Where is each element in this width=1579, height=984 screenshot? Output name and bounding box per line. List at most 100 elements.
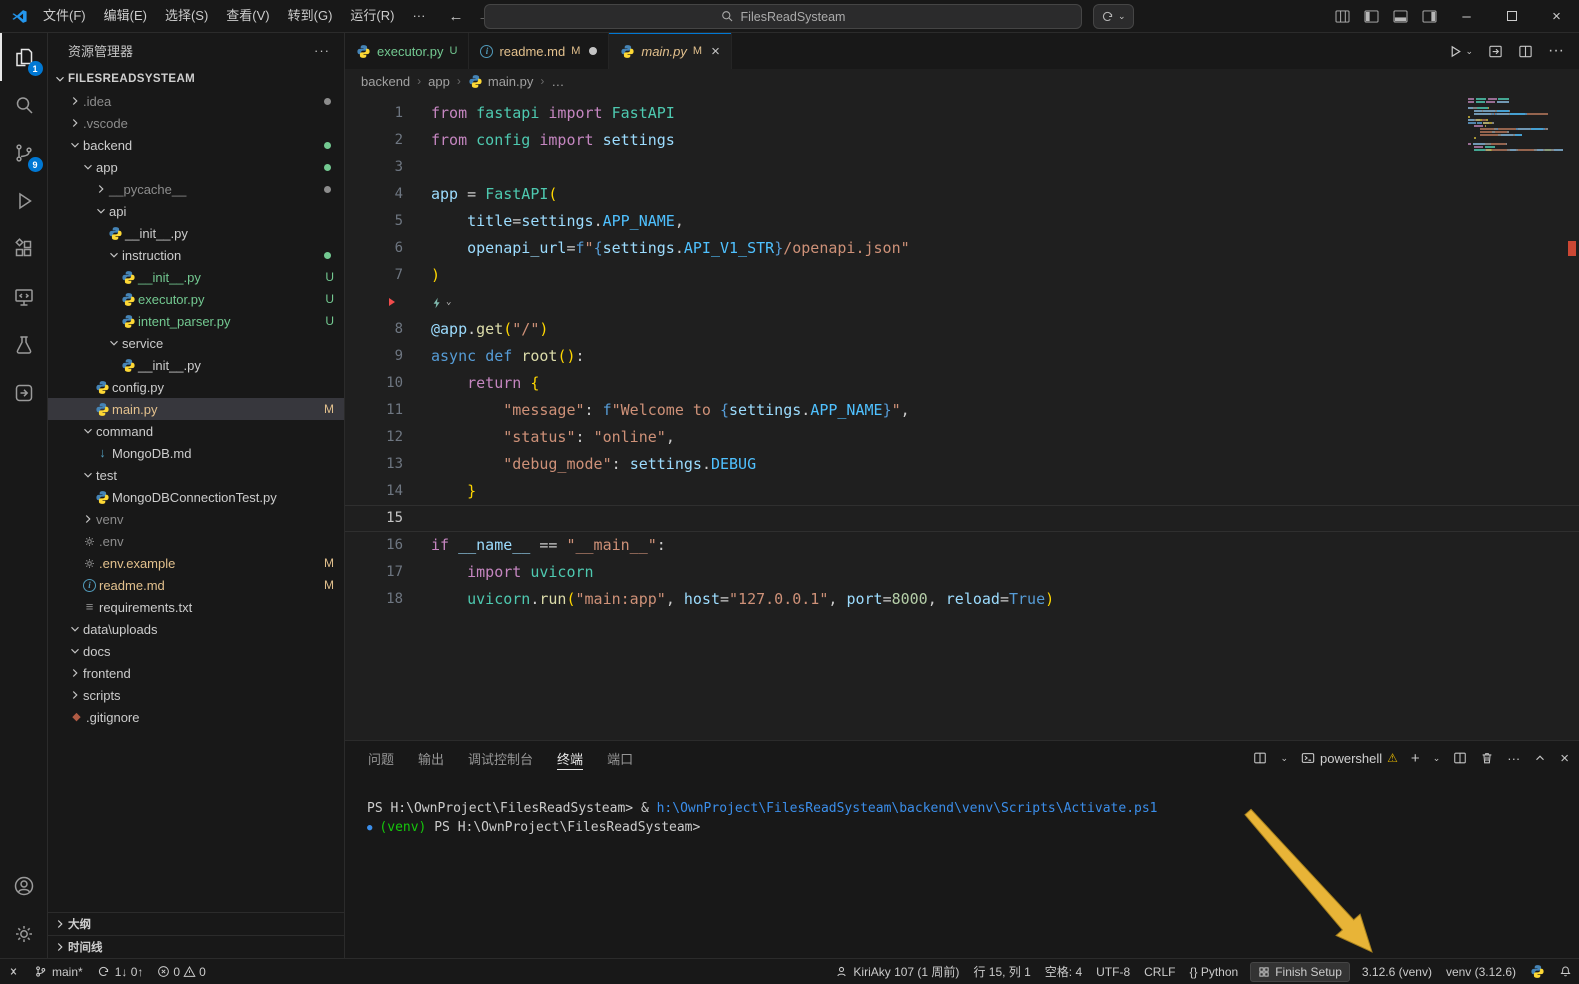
maximize-panel-icon[interactable] [1533, 751, 1547, 765]
minimize-button[interactable]: – [1444, 0, 1489, 32]
status-item-notifications[interactable] [1552, 959, 1579, 984]
editor-tab[interactable]: executor.pyU [345, 33, 469, 69]
command-decoration-dot[interactable]: ● [367, 823, 372, 833]
panel-tab[interactable]: 输出 [418, 741, 444, 775]
customize-layout-icon[interactable] [1328, 0, 1357, 32]
editor-tab[interactable]: ireadme.mdM [469, 33, 609, 69]
close-panel-icon[interactable]: × [1560, 750, 1569, 767]
status-item-language-mode[interactable]: {} Python [1182, 959, 1245, 984]
close-button[interactable]: × [1534, 0, 1579, 32]
code-line[interactable]: 12 "status": "online", [345, 424, 1579, 451]
minimap[interactable] [1468, 98, 1563, 152]
status-item-finish-setup[interactable]: Finish Setup [1250, 962, 1350, 982]
status-item-eol[interactable]: CRLF [1137, 959, 1182, 984]
status-item-encoding[interactable]: UTF-8 [1089, 959, 1137, 984]
panel-tab[interactable]: 终端 [557, 741, 583, 775]
settings-gear-icon[interactable] [0, 910, 48, 958]
tab-close-icon[interactable]: × [711, 44, 720, 59]
tree-item[interactable]: venv [48, 508, 344, 530]
breadcrumb-item[interactable]: … [551, 74, 564, 89]
terminal-shell-item[interactable]: powershell ⚠ [1301, 751, 1398, 766]
status-item-git-branch[interactable]: main* [27, 959, 90, 984]
maximize-button[interactable] [1489, 0, 1534, 32]
tree-item[interactable]: .env.exampleM [48, 552, 344, 574]
tree-item[interactable]: __init__.pyU [48, 266, 344, 288]
extensions-icon[interactable] [0, 225, 48, 273]
route-lens-widget[interactable]: ⌄ [431, 289, 451, 316]
tree-item[interactable]: main.pyM [48, 398, 344, 420]
tree-item[interactable]: api [48, 200, 344, 222]
tree-item[interactable]: ◆.gitignore [48, 706, 344, 728]
code-line[interactable]: 5 title=settings.APP_NAME, [345, 208, 1579, 235]
tree-item[interactable]: ↓MongoDB.md [48, 442, 344, 464]
remote-explorer-icon[interactable] [0, 273, 48, 321]
new-terminal-icon[interactable]: + [1411, 750, 1420, 767]
code-line[interactable]: 3 [345, 154, 1579, 181]
chevron-down-icon[interactable]: ⌄ [1433, 753, 1441, 764]
tree-item[interactable]: __pycache__ [48, 178, 344, 200]
more-actions-icon[interactable]: ··· [1548, 42, 1564, 60]
code-line[interactable]: 15 [345, 505, 1579, 532]
terminal[interactable]: PS H:\OwnProject\FilesReadSysteam> & h:\… [345, 775, 1579, 838]
status-item-git-sync[interactable]: 1↓ 0↑ [90, 959, 151, 984]
tree-item[interactable]: data\uploads [48, 618, 344, 640]
tree-item[interactable]: command [48, 420, 344, 442]
menu-item[interactable]: 文件(F) [34, 0, 95, 32]
code-line[interactable]: 18 uvicorn.run("main:app", host="127.0.0… [345, 586, 1579, 613]
titlebar-run-widget[interactable]: ⌄ [1093, 4, 1134, 29]
toggle-secondary-sidebar-icon[interactable] [1415, 0, 1444, 32]
tree-item[interactable]: MongoDBConnectionTest.py [48, 486, 344, 508]
overview-ruler[interactable] [1565, 93, 1579, 740]
code-line[interactable]: 2from config import settings [345, 127, 1579, 154]
sidebar-section-时间线[interactable]: 时间线 [48, 935, 344, 958]
sidebar-section-大纲[interactable]: 大纲 [48, 912, 344, 935]
menu-item[interactable]: 编辑(E) [95, 0, 156, 32]
tree-item[interactable]: __init__.py [48, 354, 344, 376]
trash-icon[interactable] [1480, 751, 1494, 765]
code-line[interactable]: 7) [345, 262, 1579, 289]
code-line[interactable]: 14 } [345, 478, 1579, 505]
chevron-down-icon[interactable]: ⌄ [1280, 753, 1288, 764]
run-python-file-button[interactable]: ⌄ [1448, 44, 1473, 59]
explorer-icon[interactable]: 1 [0, 33, 48, 81]
back-button[interactable]: ← [448, 8, 463, 25]
menu-item[interactable]: 查看(V) [217, 0, 278, 32]
breadcrumb-item[interactable]: app [428, 74, 450, 89]
code-line[interactable]: 8@app.get("/") [345, 316, 1579, 343]
source-control-icon[interactable]: 9 [0, 129, 48, 177]
code-line[interactable]: 16if __name__ == "__main__": [345, 532, 1579, 559]
code-line[interactable]: 17 import uvicorn [345, 559, 1579, 586]
tree-item[interactable]: instruction [48, 244, 344, 266]
tree-item[interactable]: .env [48, 530, 344, 552]
panel-tab[interactable]: 调试控制台 [468, 741, 533, 775]
breadcrumb-item[interactable]: backend [361, 74, 410, 89]
tree-item[interactable]: app [48, 156, 344, 178]
status-item-python-env[interactable]: venv (3.12.6) [1439, 959, 1523, 984]
status-item-indentation[interactable]: 空格: 4 [1038, 959, 1089, 984]
status-item-remote-indicator[interactable] [0, 959, 27, 984]
panel-tab[interactable]: 问题 [368, 741, 394, 775]
status-item-problems[interactable]: 00 [150, 959, 212, 984]
tree-item[interactable]: scripts [48, 684, 344, 706]
code-line[interactable]: 11 "message": f"Welcome to {settings.APP… [345, 397, 1579, 424]
status-item-cursor-position[interactable]: 行 15, 列 1 [966, 959, 1037, 984]
toggle-panel-icon[interactable] [1386, 0, 1415, 32]
tree-item[interactable]: service [48, 332, 344, 354]
run-debug-icon[interactable] [0, 177, 48, 225]
tree-root-row[interactable]: FILESREADSYSTEAM [48, 68, 344, 90]
code-line[interactable]: 9async def root(): [345, 343, 1579, 370]
split-editor-icon[interactable] [1518, 44, 1533, 59]
tree-item[interactable]: .idea [48, 90, 344, 112]
status-item-python-logo[interactable] [1523, 959, 1552, 984]
panel-tab[interactable]: 端口 [607, 741, 633, 775]
editor-tab[interactable]: main.pyM× [609, 33, 731, 69]
breadcrumb-item[interactable]: main.py [468, 74, 534, 89]
menu-item[interactable]: 选择(S) [156, 0, 217, 32]
code-line[interactable]: 1from fastapi import FastAPI [345, 100, 1579, 127]
menu-item[interactable]: ··· [403, 0, 434, 32]
code-line[interactable]: 6 openapi_url=f"{settings.API_V1_STR}/op… [345, 235, 1579, 262]
extension-view-icon[interactable] [0, 369, 48, 417]
status-item-blame-author[interactable]: KiriAky 107 (1 周前) [828, 959, 966, 984]
account-icon[interactable] [0, 862, 48, 910]
split-terminal-icon[interactable] [1253, 751, 1267, 765]
